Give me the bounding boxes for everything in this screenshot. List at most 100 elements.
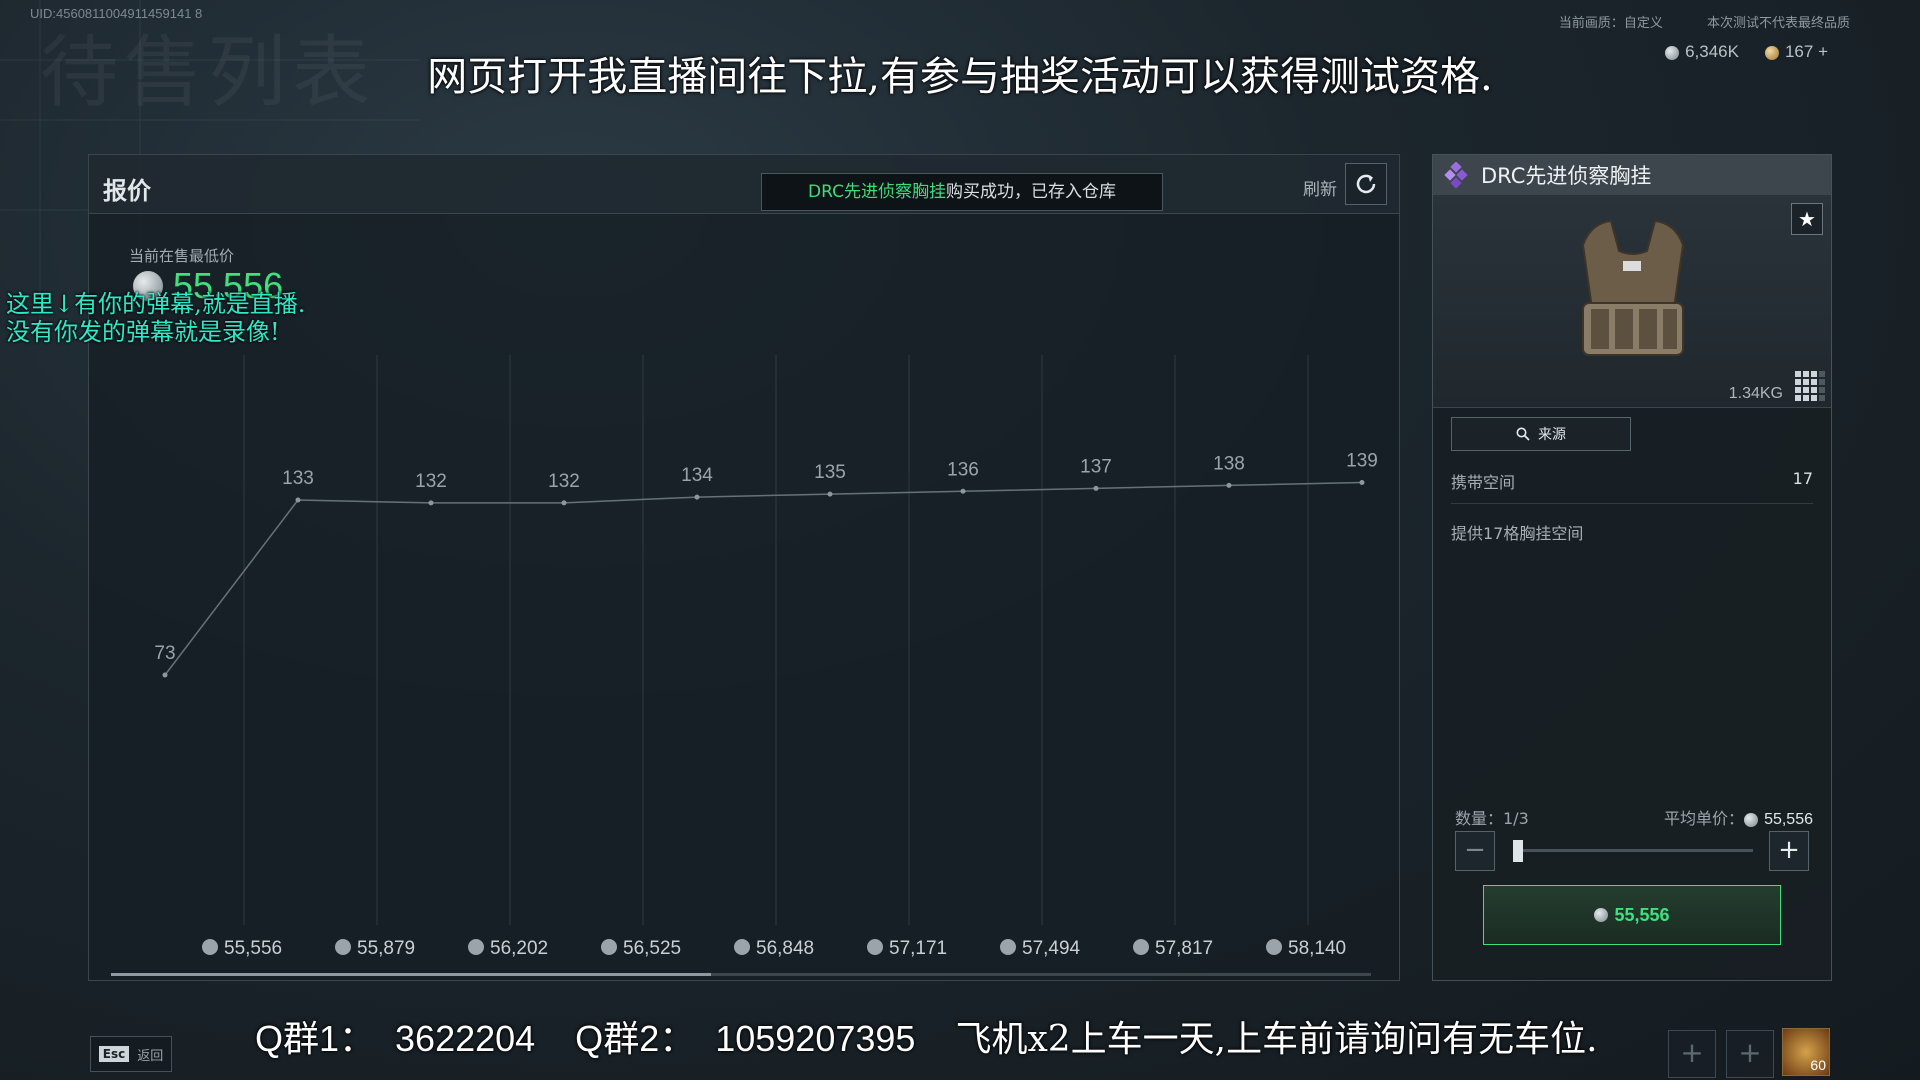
quantity-info-row: 数量：1/3 平均单价： 55,556: [1455, 805, 1813, 829]
chart-x-tick: 56,525: [601, 938, 681, 959]
test-notice: 本次测试不代表最终品质: [1706, 16, 1850, 31]
bottom-promo: 飞机x2上车一天,上车前请询问有无车位.: [955, 1019, 1598, 1060]
chart-x-tick: 57,817: [1133, 938, 1213, 959]
chart-data-label: 134: [681, 465, 713, 486]
lowest-price-label: 当前在售最低价: [129, 247, 235, 265]
silver-coin-icon: [1594, 908, 1609, 922]
purchase-toast: DRC先进侦察胸挂购买成功，已存入仓库: [761, 173, 1163, 211]
chart-point: [561, 500, 567, 506]
chart-x-tick-label: 55,879: [357, 938, 415, 959]
quantity-label: 数量：1/3: [1455, 809, 1529, 828]
item-title: DRC先进侦察胸挂: [1481, 164, 1652, 188]
capacity-stat-row: 携带空间 17: [1451, 469, 1813, 504]
silver-coin-icon: [1665, 45, 1680, 60]
silver-coin-icon: [1744, 812, 1759, 827]
gold-coin-icon: [1764, 45, 1779, 60]
capacity-value: 17: [1792, 469, 1813, 488]
gold-currency[interactable]: 167 +: [1764, 42, 1828, 62]
chart-x-tick: 56,202: [468, 938, 548, 959]
chart-x-tick-label: 57,494: [1022, 938, 1081, 959]
favorite-star-button[interactable]: ★: [1791, 203, 1823, 235]
decrease-quantity-button[interactable]: −: [1455, 831, 1495, 871]
average-price: 平均单价： 55,556: [1664, 809, 1813, 828]
chart-scrollbar[interactable]: [111, 973, 1371, 976]
item-description: 提供17格胸挂空间: [1451, 524, 1584, 543]
panel-title: 报价: [103, 177, 151, 205]
scrollbar-thumb[interactable]: [111, 973, 711, 976]
rarity-diamond-icon: [1444, 162, 1468, 188]
capacity-label: 携带空间: [1451, 473, 1516, 492]
chart-x-tick-label: 57,817: [1155, 938, 1213, 959]
chart-data-label: 135: [814, 462, 846, 483]
chart-x-tick: 57,494: [1000, 938, 1081, 959]
item-detail-panel: DRC先进侦察胸挂 ★ 1.34KG 来源 携带空间 17 提供17格胸挂空间 …: [1432, 154, 1832, 981]
chart-point: [1093, 485, 1099, 491]
buy-button[interactable]: 55,556: [1483, 885, 1781, 945]
chart-x-tick-label: 57,171: [889, 938, 947, 959]
silver-coin-icon: [335, 939, 351, 955]
chart-point: [1359, 480, 1365, 485]
chart-x-tick-label: 56,202: [490, 938, 548, 959]
chart-point: [960, 488, 966, 494]
chart-data-label: 139: [1346, 451, 1378, 472]
quick-slot-2[interactable]: +: [1726, 1030, 1774, 1078]
chart-data-label: 133: [282, 468, 314, 489]
silver-currency: 6,346K: [1665, 42, 1739, 62]
chart-x-tick: 57,171: [867, 938, 947, 959]
chart-x-tick-label: 56,525: [623, 938, 681, 959]
chart-point: [295, 497, 301, 503]
refresh-button[interactable]: [1345, 163, 1387, 205]
stream-overlay-bottom-text: Q群1： 3622204 Q群2： 1059207395 飞机x2上车一天,上车…: [255, 1010, 1598, 1062]
stream-overlay-top-text: 网页打开我直播间往下拉,有参与抽奖活动可以获得测试资格.: [427, 54, 1493, 100]
silver-coin-icon: [1133, 939, 1149, 955]
refresh-icon: [1356, 174, 1376, 194]
chart-x-tick: 55,556: [202, 938, 282, 959]
level-badge[interactable]: 60: [1782, 1028, 1830, 1076]
price-chart: 73 133 132 132 134 135 136 137 138 139 55,556 55,87…: [154, 355, 1378, 959]
chart-data-label: 132: [415, 471, 447, 492]
silver-coin-icon: [734, 939, 750, 955]
danmaku-line-2: 没有你发的弹幕就是录像!: [6, 318, 280, 346]
item-header: DRC先进侦察胸挂: [1433, 155, 1831, 195]
chart-point: [428, 500, 434, 506]
quantity-slider-row: − +: [1455, 831, 1809, 871]
source-button[interactable]: 来源: [1451, 417, 1631, 451]
toast-item-name: DRC先进侦察胸挂: [808, 182, 946, 202]
chart-point: [162, 672, 168, 678]
silver-coin-icon: [1000, 939, 1016, 955]
chart-x-tick-label: 55,556: [224, 938, 282, 959]
esc-back-button[interactable]: Esc 返回: [90, 1036, 172, 1072]
silver-coin-icon: [601, 939, 617, 955]
chart-x-tick-label: 58,140: [1288, 938, 1346, 959]
quick-slot-1[interactable]: +: [1668, 1030, 1716, 1078]
chart-x-tick: 58,140: [1266, 938, 1346, 959]
qq-groups: Q群1： 3622204 Q群2： 1059207395: [255, 1018, 956, 1059]
chart-point: [1226, 482, 1232, 488]
chart-x-tick: 55,879: [335, 938, 415, 959]
search-icon: [1516, 427, 1530, 441]
danmaku-overlay: 这里↓有你的弹幕,就是直播. 没有你发的弹幕就是录像!: [6, 290, 305, 346]
toast-message: 购买成功，已存入仓库: [945, 182, 1116, 202]
offer-panel-header: 报价 DRC先进侦察胸挂购买成功，已存入仓库 刷新: [89, 155, 1399, 214]
top-right-info: 当前画质：自定义 本次测试不代表最终品质: [1519, 12, 1850, 31]
silver-coin-icon: [468, 939, 484, 955]
item-weight: 1.34KG: [1728, 385, 1783, 402]
silver-coin-icon: [1266, 939, 1282, 955]
chart-data-label: 136: [947, 459, 979, 480]
esc-key-icon: Esc: [98, 1046, 130, 1062]
refresh-label: 刷新: [1303, 180, 1337, 200]
silver-coin-icon: [202, 939, 218, 955]
item-size-grid-icon: [1795, 371, 1825, 401]
item-image: ★ 1.34KG: [1433, 195, 1831, 408]
chart-x-tick-label: 56,848: [756, 938, 814, 959]
chart-x-tick: 56,848: [734, 938, 814, 959]
silver-coin-icon: [867, 939, 883, 955]
increase-quantity-button[interactable]: +: [1769, 831, 1809, 871]
chart-data-label: 73: [154, 643, 175, 664]
quantity-slider[interactable]: [1513, 840, 1753, 862]
add-gold-icon[interactable]: +: [1818, 42, 1828, 61]
chart-point: [827, 491, 833, 497]
danmaku-line-1: 这里↓有你的弹幕,就是直播.: [6, 290, 306, 318]
slider-handle[interactable]: [1513, 840, 1523, 862]
chart-point: [694, 494, 700, 500]
